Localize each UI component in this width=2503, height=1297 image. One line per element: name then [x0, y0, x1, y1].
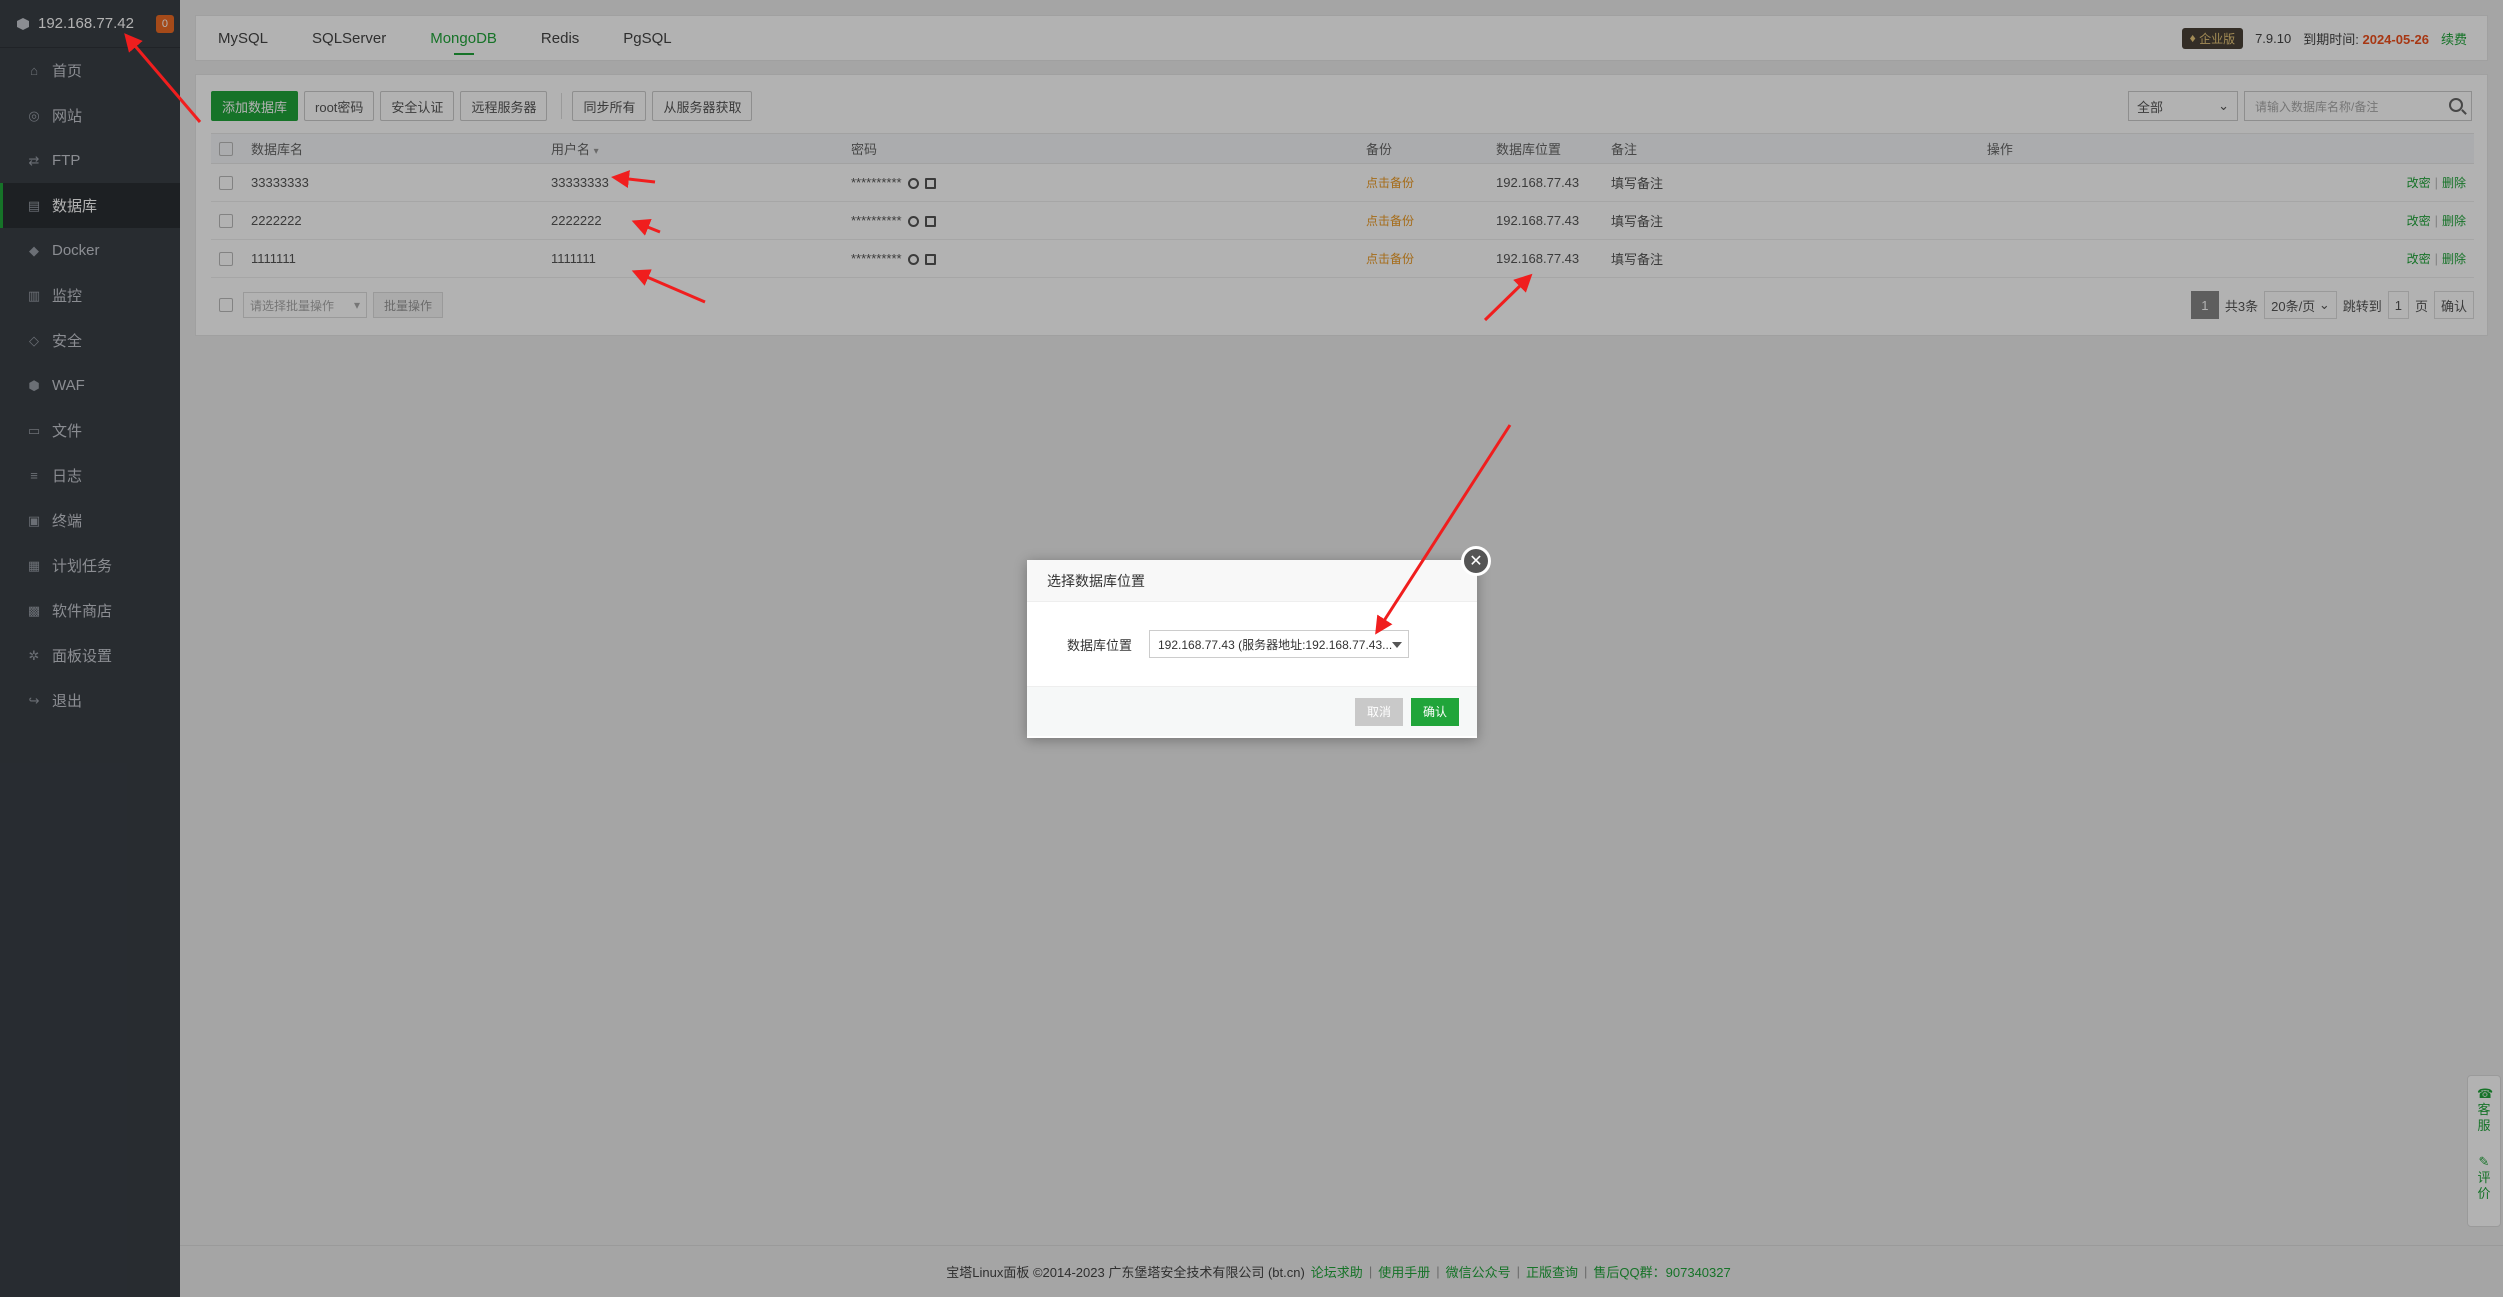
close-icon[interactable]: ✕ — [1461, 546, 1491, 576]
confirm-button[interactable]: 确认 — [1410, 697, 1459, 726]
db-location-value: 192.168.77.43 (服务器地址:192.168.77.43... — [1158, 637, 1393, 652]
cancel-button[interactable]: 取消 — [1354, 697, 1403, 726]
dialog-footer: 取消 确认 — [1027, 686, 1477, 736]
dialog-body: 数据库位置 192.168.77.43 (服务器地址:192.168.77.43… — [1027, 602, 1477, 686]
db-location-label: 数据库位置 — [1067, 637, 1133, 653]
dialog-title: 选择数据库位置 — [1027, 560, 1477, 602]
db-location-select[interactable]: 192.168.77.43 (服务器地址:192.168.77.43... — [1149, 630, 1409, 658]
chevron-down-icon — [1392, 642, 1402, 648]
select-db-location-dialog: 选择数据库位置 ✕ 数据库位置 192.168.77.43 (服务器地址:192… — [1027, 546, 1491, 738]
